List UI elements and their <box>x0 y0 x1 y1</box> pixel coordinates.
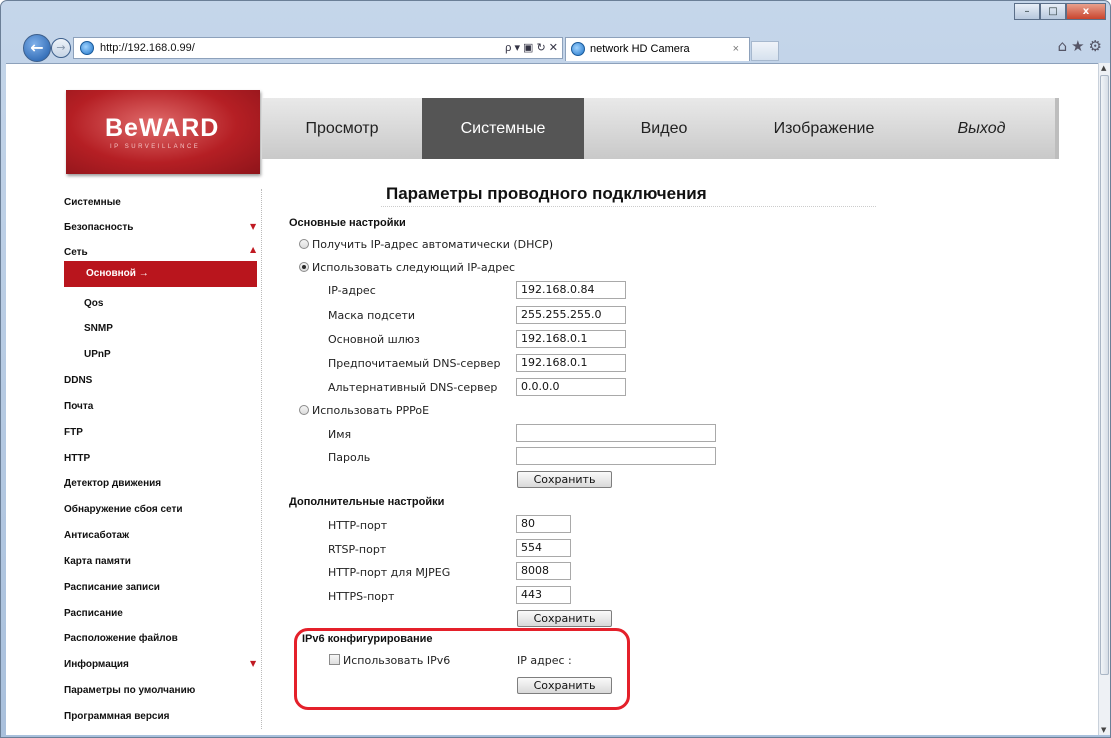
sidebar-item-mail[interactable]: Почта <box>64 401 93 412</box>
menu-image[interactable]: Изображение <box>744 98 904 159</box>
dns2-label: Альтернативный DNS-сервер <box>328 381 498 394</box>
name-label: Имя <box>328 428 352 441</box>
sidebar-item-ddns[interactable]: DDNS <box>64 375 92 386</box>
ipv6-heading: IPv6 конфигурирование <box>302 633 433 645</box>
menu-system[interactable]: Системные <box>422 98 584 159</box>
sidebar-item-snmp[interactable]: SNMP <box>84 323 113 334</box>
expand-down-icon[interactable]: ▼ <box>250 659 256 668</box>
ipv6-ip-label: IP адрес : <box>517 654 572 667</box>
collapse-up-icon[interactable]: ▲ <box>250 245 256 254</box>
sidebar-item-system[interactable]: Системные <box>64 197 121 208</box>
new-tab-button[interactable] <box>751 41 779 61</box>
mjpeg-port-label: HTTP-порт для MJPEG <box>328 566 451 579</box>
logo-subtitle: IP SURVEILLANCE <box>110 144 201 150</box>
maximize-button[interactable]: □ <box>1040 3 1066 20</box>
mask-label: Маска подсети <box>328 309 416 322</box>
sidebar-item-defaults[interactable]: Параметры по умолчанию <box>64 685 195 696</box>
sidebar-item-network-failure[interactable]: Обнаружение сбоя сети <box>64 504 183 515</box>
home-favorites-settings-icons[interactable]: ⌂★⚙ <box>1058 37 1106 55</box>
https-port-input[interactable]: 443 <box>516 586 571 604</box>
static-ip-option[interactable]: Использовать следующий IP-адрес <box>299 261 515 274</box>
menu-view[interactable]: Просмотр <box>262 98 422 159</box>
sidebar-item-schedule[interactable]: Расписание <box>64 608 123 619</box>
pppoe-name-input[interactable] <box>516 424 716 442</box>
sidebar-separator <box>261 189 262 729</box>
gateway-label: Основной шлюз <box>328 333 420 346</box>
window-controls: – □ x <box>1014 3 1106 20</box>
close-window-button[interactable]: x <box>1066 3 1106 20</box>
save-advanced-button[interactable]: Сохранить <box>517 610 612 627</box>
ipv6-checkbox[interactable] <box>329 654 340 665</box>
beward-logo: BeWARD IP SURVEILLANCE <box>66 90 260 174</box>
sidebar-item-tamper[interactable]: Антисаботаж <box>64 530 129 541</box>
dns1-input[interactable]: 192.168.0.1 <box>516 354 626 372</box>
pppoe-option[interactable]: Использовать PPPoE <box>299 404 429 417</box>
sidebar-item-motion[interactable]: Детектор движения <box>64 478 161 489</box>
sidebar-item-qos[interactable]: Qos <box>84 298 103 309</box>
top-menu: Просмотр Системные Видео Изображение Вых… <box>262 98 1059 159</box>
password-label: Пароль <box>328 451 371 464</box>
page-content: BeWARD IP SURVEILLANCE Просмотр Системны… <box>6 63 1098 735</box>
browser-tab[interactable]: network HD Camera × <box>565 37 750 61</box>
browser-window: – □ x ← → http://192.168.0.99/ ρ ▾ ▣ ↻ ✕… <box>0 0 1111 738</box>
address-tools-icons[interactable]: ρ ▾ ▣ ↻ ✕ <box>505 38 558 58</box>
sidebar-item-http[interactable]: HTTP <box>64 453 90 464</box>
scroll-down-icon[interactable]: ▼ <box>1101 726 1106 734</box>
sidebar-item-firmware[interactable]: Программная версия <box>64 711 169 722</box>
forward-button[interactable]: → <box>51 38 71 58</box>
sidebar-item-record-schedule[interactable]: Расписание записи <box>64 582 160 593</box>
sidebar-item-sd-card[interactable]: Карта памяти <box>64 556 131 567</box>
ie-page-icon <box>80 41 94 55</box>
minimize-button[interactable]: – <box>1014 3 1040 20</box>
tab-title: network HD Camera <box>590 43 690 55</box>
https-port-label: HTTPS-порт <box>328 590 395 603</box>
back-button[interactable]: ← <box>23 34 51 62</box>
rtsp-port-input[interactable]: 554 <box>516 539 571 557</box>
dhcp-label: Получить IP-адрес автоматически (DHCP) <box>312 238 554 251</box>
save-basic-button[interactable]: Сохранить <box>517 471 612 488</box>
menu-logout[interactable]: Выход <box>904 98 1059 159</box>
advanced-settings-heading: Дополнительные настройки <box>289 496 445 508</box>
mask-input[interactable]: 255.255.255.0 <box>516 306 626 324</box>
browser-chrome: – □ x ← → http://192.168.0.99/ ρ ▾ ▣ ↻ ✕… <box>1 1 1111 63</box>
ie-tab-icon <box>571 42 585 56</box>
sidebar-item-info[interactable]: Информация <box>64 659 129 670</box>
vertical-scrollbar[interactable]: ▲ ▼ <box>1098 63 1110 735</box>
dns2-input[interactable]: 0.0.0.0 <box>516 378 626 396</box>
ip-input[interactable]: 192.168.0.84 <box>516 281 626 299</box>
dns1-label: Предпочитаемый DNS-сервер <box>328 357 501 370</box>
sidebar-item-file-location[interactable]: Расположение файлов <box>64 633 178 644</box>
title-divider <box>381 206 876 207</box>
static-ip-radio[interactable] <box>299 262 309 272</box>
ipv6-use-label: Использовать IPv6 <box>343 654 451 667</box>
mjpeg-port-input[interactable]: 8008 <box>516 562 571 580</box>
sidebar-item-security[interactable]: Безопасность <box>64 222 133 233</box>
scrollbar-thumb[interactable] <box>1100 75 1109 675</box>
sidebar-item-upnp[interactable]: UPnP <box>84 349 111 360</box>
http-port-input[interactable]: 80 <box>516 515 571 533</box>
pppoe-label: Использовать PPPoE <box>312 404 430 417</box>
sidebar-item-network[interactable]: Сеть <box>64 247 88 258</box>
gateway-input[interactable]: 192.168.0.1 <box>516 330 626 348</box>
page-title: Параметры проводного подключения <box>386 184 707 203</box>
menu-video[interactable]: Видео <box>584 98 744 159</box>
scroll-up-icon[interactable]: ▲ <box>1101 64 1106 72</box>
basic-settings-heading: Основные настройки <box>289 217 406 229</box>
expand-down-icon[interactable]: ▼ <box>250 222 256 231</box>
save-ipv6-button[interactable]: Сохранить <box>517 677 612 694</box>
logo-text: BeWARD <box>105 114 220 142</box>
dhcp-radio[interactable] <box>299 239 309 249</box>
pppoe-radio[interactable] <box>299 405 309 415</box>
sidebar-item-ftp[interactable]: FTP <box>64 427 83 438</box>
rtsp-port-label: RTSP-порт <box>328 543 387 556</box>
address-bar[interactable]: http://192.168.0.99/ ρ ▾ ▣ ↻ ✕ <box>73 37 563 59</box>
sidebar-item-basic[interactable]: Основной → <box>64 261 257 287</box>
ip-label: IP-адрес <box>328 284 376 297</box>
pppoe-password-input[interactable] <box>516 447 716 465</box>
address-url[interactable]: http://192.168.0.99/ <box>100 42 195 54</box>
http-port-label: HTTP-порт <box>328 519 388 532</box>
static-ip-label: Использовать следующий IP-адрес <box>312 261 516 274</box>
dhcp-option[interactable]: Получить IP-адрес автоматически (DHCP) <box>299 238 553 251</box>
tab-close-icon[interactable]: × <box>733 38 739 60</box>
